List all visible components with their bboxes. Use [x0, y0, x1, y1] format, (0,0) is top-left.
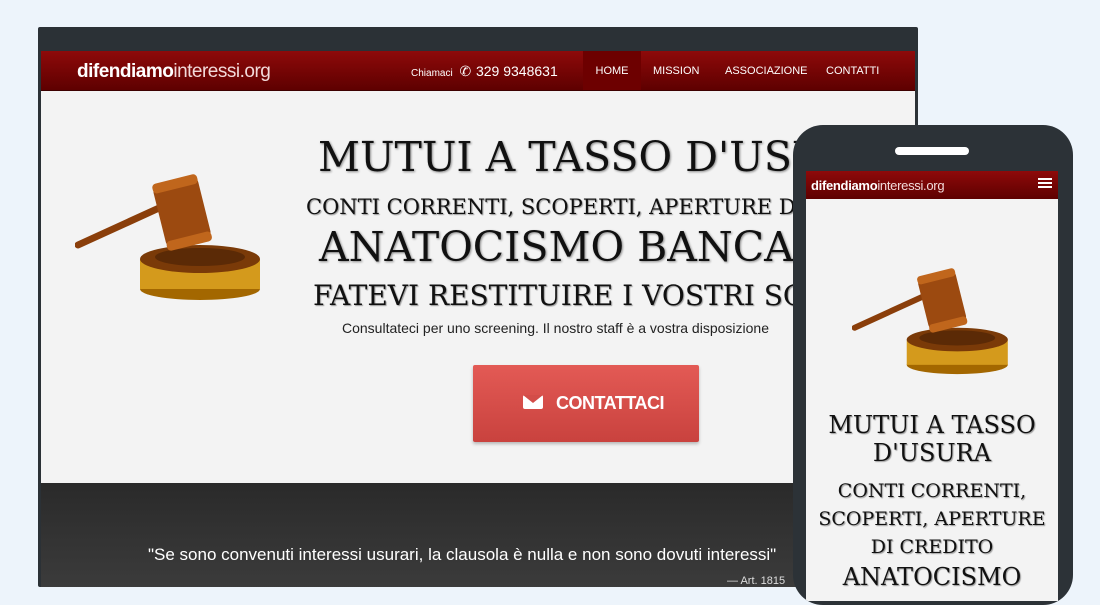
envelope-icon	[523, 395, 543, 409]
hero-subtext: Consultateci per uno screening. Il nostr…	[342, 320, 769, 336]
site-logo[interactable]: difendiamointeressi.org	[77, 61, 271, 83]
contattaci-label: CONTATTACI	[556, 393, 664, 413]
mobile-headline-conti: CONTI CORRENTI, SCOPERTI, APERTURE DI CR…	[818, 480, 1046, 558]
logo-rest: interessi.org	[173, 61, 271, 82]
nav-mission[interactable]: MISSION	[653, 51, 699, 90]
nav-home[interactable]: HOME	[583, 51, 641, 90]
mobile-navbar: difendiamointeressi.org	[806, 171, 1058, 199]
headline-restituire: FATEVI RESTITUIRE I VOSTRI SOLDI	[313, 279, 858, 312]
nav-contatti[interactable]: CONTATTI	[826, 51, 879, 90]
mobile-headline-anatocismo: ANATOCISMO	[842, 563, 1022, 591]
phone-number: 329 9348631	[475, 63, 558, 79]
phone-icon: ✆	[459, 63, 472, 79]
mobile-logo-rest: interessi.org	[877, 178, 945, 193]
phone-mockup: difendiamointeressi.org MUTUI A TASSO D'…	[793, 125, 1073, 605]
law-quote: "Se sono convenuti interessi usurari, la…	[148, 545, 777, 564]
desktop-mockup: difendiamointeressi.org Chiamaci ✆ 329 9…	[38, 27, 918, 587]
headline-anatocismo: ANATOCISMO BANCARIO	[319, 223, 875, 271]
nav-associazione[interactable]: ASSOCIAZIONE	[725, 51, 808, 90]
phone-screen: difendiamointeressi.org MUTUI A TASSO D'…	[806, 171, 1058, 601]
quote-section: "Se sono convenuti interessi usurari, la…	[41, 483, 915, 587]
law-citation: — Art. 1815	[727, 575, 786, 587]
call-info[interactable]: Chiamaci ✆ 329 9348631	[411, 63, 558, 80]
hero-section: MUTUI A TASSO D'USURA CONTI CORRENTI, SC…	[41, 91, 915, 483]
gavel-icon	[75, 174, 260, 300]
mobile-headline-mutui: MUTUI A TASSO D'USURA	[828, 411, 1036, 467]
logo-bold: difendiamo	[77, 61, 174, 82]
mobile-logo-bold: difendiamo	[811, 178, 878, 193]
top-navbar: difendiamointeressi.org Chiamaci ✆ 329 9…	[41, 51, 915, 91]
contattaci-button[interactable]: CONTATTACI	[473, 365, 699, 442]
call-label: Chiamaci	[411, 68, 453, 79]
desktop-screen: difendiamointeressi.org Chiamaci ✆ 329 9…	[41, 51, 915, 587]
mobile-logo[interactable]: difendiamointeressi.org	[811, 178, 945, 193]
phone-speaker	[895, 147, 969, 155]
mobile-gavel-icon	[852, 268, 1008, 375]
hamburger-menu-icon[interactable]	[1038, 178, 1052, 190]
